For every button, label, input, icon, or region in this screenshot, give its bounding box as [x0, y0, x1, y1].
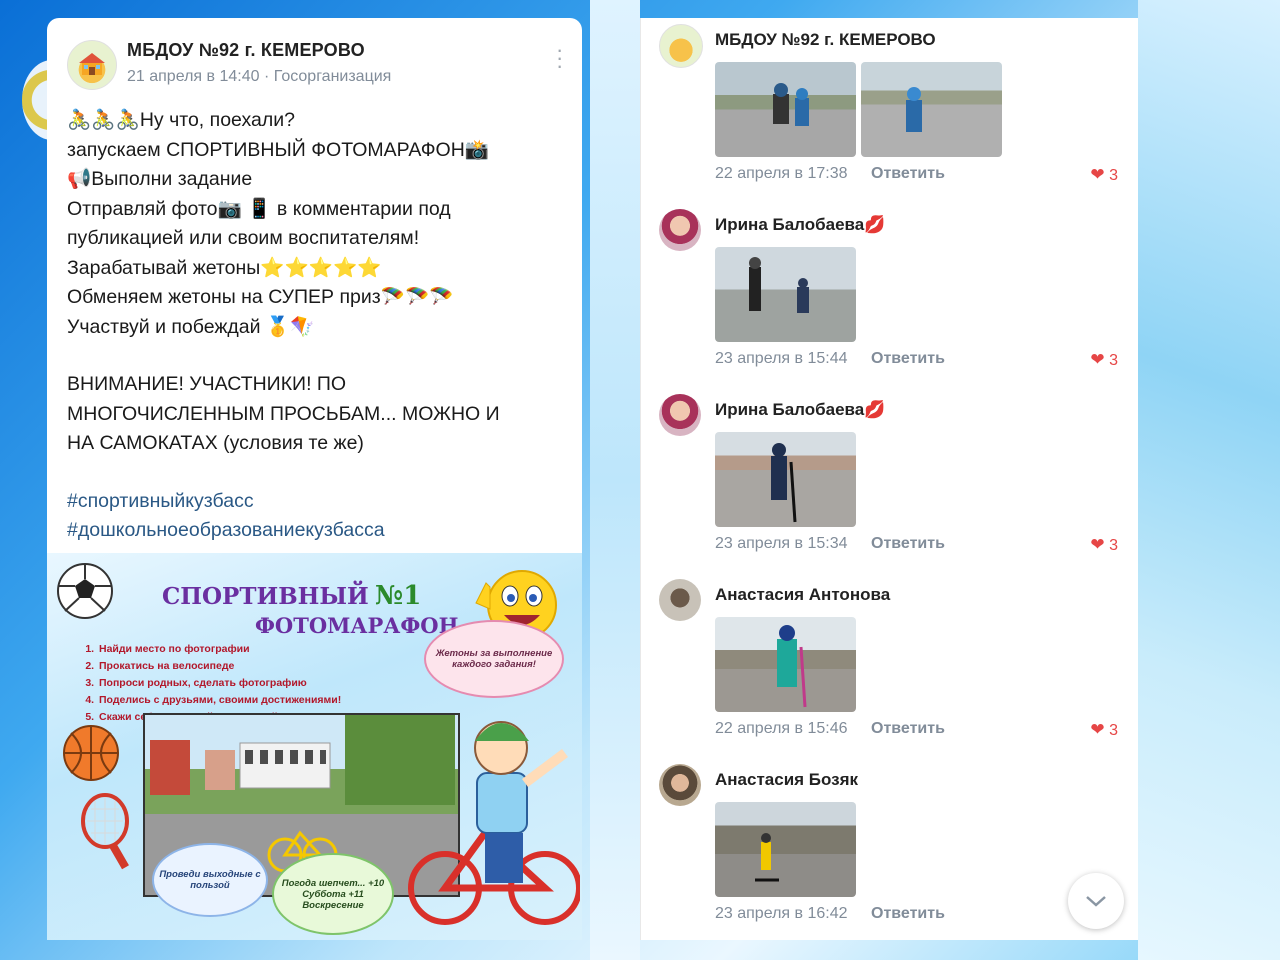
- like-button[interactable]: ❤ 3: [1090, 720, 1118, 740]
- like-button[interactable]: ❤ 3: [1090, 350, 1118, 370]
- comment-photo[interactable]: [715, 62, 856, 157]
- heart-icon: ❤: [1090, 720, 1105, 739]
- group-avatar[interactable]: [659, 24, 703, 68]
- notice-line: НА САМОКАТАХ (условия те же): [67, 432, 364, 454]
- background-wave-decoration: [590, 0, 640, 960]
- comment-date: 23 апреля в 16:42: [715, 905, 848, 922]
- poster-task: Поделись с друзьями, своими достижениями…: [97, 692, 341, 709]
- cloud-tokens: Жетоны за выполнение каждого задания!: [424, 620, 564, 698]
- post-meta: 21 апреля в 14:40 · Госорганизация: [127, 68, 392, 85]
- poster-task: Найди место по фотографии: [97, 641, 341, 658]
- comment-author[interactable]: Анастасия Антонова: [715, 585, 890, 605]
- woman-and-kid-photo: [749, 257, 809, 313]
- kid-on-scooter-photo: [906, 87, 922, 132]
- reply-button[interactable]: Ответить: [871, 905, 945, 923]
- comment-photo[interactable]: [715, 247, 856, 342]
- like-button[interactable]: ❤ 3: [1090, 535, 1118, 555]
- comment-date: 22 апреля в 15:46: [715, 720, 848, 737]
- comment-date: 23 апреля в 15:34: [715, 535, 848, 552]
- post-text: 🚴🚴🚴Ну что, поехали? запускаем СПОРТИВНЫЙ…: [67, 106, 568, 546]
- post-card: МБДОУ №92 г. КЕМЕРОВО 21 апреля в 14:40 …: [47, 18, 582, 940]
- notice-line: МНОГОЧИСЛЕННЫМ ПРОСЬБАМ... МОЖНО И: [67, 402, 500, 425]
- post-line: Обменяем жетоны на СУПЕР приз🪂🪂🪂: [67, 286, 454, 308]
- group-avatar[interactable]: [67, 40, 117, 90]
- kid-on-scooter-photo: [771, 443, 797, 523]
- user-avatar[interactable]: [659, 764, 701, 806]
- comment-author[interactable]: МБДОУ №92 г. КЕМЕРОВО: [715, 30, 936, 50]
- comment-photo[interactable]: [715, 617, 856, 712]
- comments-panel: МБДОУ №92 г. КЕМЕРОВО 22 апреля в 17:38 …: [641, 18, 1138, 940]
- user-avatar[interactable]: [659, 579, 701, 621]
- post-line: Зарабатывай жетоны⭐⭐⭐⭐⭐: [67, 256, 382, 279]
- soccer-ball-icon: [57, 563, 113, 619]
- kid-on-scooter-photo: [755, 833, 779, 882]
- boy-on-bicycle-illustration: [408, 721, 580, 925]
- post-line: Участвуй и побеждай 🥇🪁: [67, 315, 315, 338]
- reply-button[interactable]: Ответить: [871, 350, 945, 368]
- notice-line: ВНИМАНИЕ! УЧАСТНИКИ! ПО: [67, 373, 347, 395]
- like-count: 3: [1109, 167, 1118, 184]
- kids-on-scooters-photo: [773, 83, 809, 126]
- user-avatar[interactable]: [659, 394, 701, 436]
- reply-button[interactable]: Ответить: [871, 535, 945, 553]
- comment-photo[interactable]: [715, 432, 856, 527]
- reply-button[interactable]: Ответить: [871, 720, 945, 738]
- chevron-down-icon[interactable]: [1068, 873, 1124, 929]
- like-count: 3: [1109, 537, 1118, 554]
- hashtag-link[interactable]: #спортивныйкузбасс: [67, 487, 568, 517]
- post-header: МБДОУ №92 г. КЕМЕРОВО 21 апреля в 14:40 …: [67, 39, 563, 90]
- post-line: Отправляй фото📷 📱 в комментарии под: [67, 197, 451, 220]
- post-line: публикацией или своим воспитателям!: [67, 227, 420, 249]
- poster-title-line1: СПОРТИВНЫЙ: [162, 583, 369, 610]
- comment-author[interactable]: Ирина Балобаева💋: [715, 215, 885, 235]
- poster-title-number: №1: [375, 581, 422, 611]
- more-vertical-icon[interactable]: · · ·: [556, 39, 563, 77]
- group-name[interactable]: МБДОУ №92 г. КЕМЕРОВО: [127, 40, 365, 61]
- post-line: 📢Выполни задание: [67, 168, 253, 190]
- like-button[interactable]: ❤ 3: [1090, 165, 1118, 185]
- comment-photo[interactable]: [861, 62, 1002, 157]
- cloud-weather: Погода шепчет... +10 Суббота +11 Воскрес…: [272, 853, 394, 935]
- tennis-racket-icon: [81, 793, 129, 870]
- heart-icon: ❤: [1090, 535, 1105, 554]
- comment-author[interactable]: Ирина Балобаева💋: [715, 400, 885, 420]
- comment-photo[interactable]: [715, 802, 856, 897]
- poster-task: Прокатись на велосипеде: [97, 658, 341, 675]
- poster-task: Попроси родных, сделать фотографию: [97, 675, 341, 692]
- reply-button[interactable]: Ответить: [871, 165, 945, 183]
- house-icon: [79, 53, 105, 75]
- background-wave-decoration-right: [1138, 0, 1280, 960]
- post-image-poster[interactable]: СПОРТИВНЫЙ №1 ФОТОМАРАФОН Найди место по…: [47, 553, 582, 940]
- comment-date: 22 апреля в 17:38: [715, 165, 848, 182]
- cloud-weekend: Проведи выходные с пользой: [152, 843, 268, 917]
- hashtag-link[interactable]: #дошкольноеобразованиекузбасса: [67, 516, 568, 546]
- post-line: запускаем СПОРТИВНЫЙ ФОТОМАРАФОН📸: [67, 138, 490, 161]
- basketball-icon: [63, 725, 119, 781]
- like-count: 3: [1109, 722, 1118, 739]
- heart-icon: ❤: [1090, 165, 1105, 184]
- heart-icon: ❤: [1090, 350, 1105, 369]
- post-line: 🚴🚴🚴Ну что, поехали?: [67, 109, 295, 131]
- like-count: 3: [1109, 352, 1118, 369]
- kid-on-scooter-photo: [777, 625, 807, 708]
- poster-title-line2: ФОТОМАРАФОН: [255, 613, 459, 638]
- user-avatar[interactable]: [659, 209, 701, 251]
- comment-author[interactable]: Анастасия Бозяк: [715, 770, 858, 790]
- comment-date: 23 апреля в 15:44: [715, 350, 848, 367]
